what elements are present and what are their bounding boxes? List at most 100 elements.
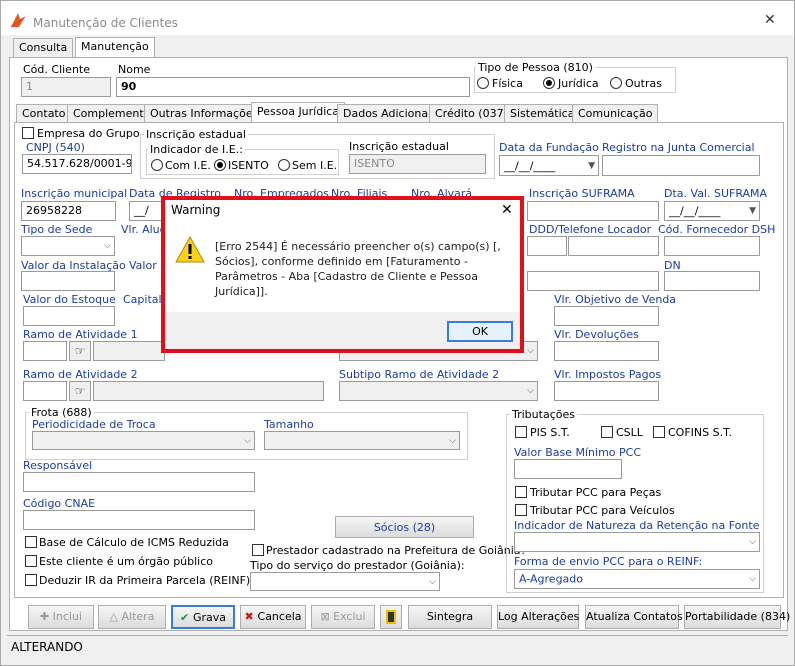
subtab-pessoa-juridica[interactable]: Pessoa Jurídica xyxy=(251,102,346,123)
forma-envio-select[interactable]: A-Agregado ⌵ xyxy=(514,569,760,589)
radio-com-ie[interactable] xyxy=(151,159,163,171)
dta-suframa-value: __/__/____ xyxy=(669,204,721,218)
inclui-button[interactable]: ✚ Inclui xyxy=(28,605,94,629)
subtab-dados-adicionais[interactable]: Dados Adicionais xyxy=(337,104,443,123)
pis-checkbox[interactable] xyxy=(515,426,527,438)
subtipo2-label: Subtipo Ramo de Atividade 2 xyxy=(339,368,500,381)
orgao-publico-checkbox[interactable] xyxy=(25,555,37,567)
valor-estoque-field[interactable] xyxy=(23,306,115,326)
dta-suframa-label: Dta. Val. SUFRAMA xyxy=(664,187,768,200)
radio-outras[interactable] xyxy=(610,77,622,89)
cofins-checkbox[interactable] xyxy=(653,426,665,438)
search-hand-icon[interactable]: ☞ xyxy=(69,341,91,361)
subtab-contato[interactable]: Contato xyxy=(16,104,72,123)
nome-field[interactable]: 90 xyxy=(116,77,470,97)
ramo1-code-field[interactable] xyxy=(23,341,67,361)
tamanho-select[interactable]: ⌵ xyxy=(264,431,460,450)
ie-label: Inscrição estadual xyxy=(349,140,449,153)
log-alteracoes-button[interactable]: Log Alterações xyxy=(497,605,579,629)
tributar-pecas-checkbox[interactable] xyxy=(515,486,527,498)
chevron-down-icon: ⌵ xyxy=(749,537,756,547)
cnpj-field[interactable]: 54.517.628/0001-98 xyxy=(22,154,132,174)
dta-suframa-field[interactable]: __/__/____ ▼ xyxy=(664,201,760,221)
registro-junta-label: Registro na Junta Comercial xyxy=(602,141,755,154)
portabilidade-button[interactable]: Portabilidade (834) xyxy=(684,605,790,629)
registro-junta-field[interactable] xyxy=(602,155,760,176)
responsavel-field[interactable] xyxy=(23,472,255,492)
deduzir-ir-checkbox[interactable] xyxy=(25,574,37,586)
csll-checkbox[interactable] xyxy=(601,426,613,438)
vlr-impostos-field[interactable] xyxy=(554,381,659,401)
data-registro-field[interactable]: __/ xyxy=(129,201,163,221)
dn-left-field[interactable] xyxy=(527,271,659,291)
cod-cliente-field[interactable]: 1 xyxy=(21,77,111,97)
valor-instalacao-field[interactable] xyxy=(21,271,115,291)
triangle-up-icon: △ xyxy=(109,610,122,623)
tipo-sede-select[interactable]: ⌵ xyxy=(21,236,115,256)
atualiza-contatos-button[interactable]: Atualiza Contatos xyxy=(585,605,683,629)
ramo2-label: Ramo de Atividade 2 xyxy=(23,368,138,381)
vlr-base-pcc-field[interactable] xyxy=(514,459,622,479)
deduzir-ir-label: Deduzir IR da Primeira Parcela (REINF) xyxy=(39,574,251,587)
cod-fornecedor-field[interactable] xyxy=(664,236,760,256)
subtab-outras-informacoes[interactable]: Outras Informações xyxy=(144,104,265,123)
tab-manutencao[interactable]: Manutenção xyxy=(75,37,155,59)
radio-juridica[interactable] xyxy=(543,77,555,89)
empresa-grupo-checkbox[interactable] xyxy=(22,127,34,139)
cnae-field[interactable] xyxy=(23,510,255,530)
radio-com-ie-label: Com I.E. xyxy=(165,159,211,172)
subtab-comunicacao[interactable]: Comunicação xyxy=(572,104,659,123)
sintegra-button[interactable]: Sintegra xyxy=(408,605,492,629)
altera-button[interactable]: △ Altera xyxy=(98,605,166,629)
ie-field[interactable]: ISENTO xyxy=(349,154,486,174)
periodicidade-select[interactable]: ⌵ xyxy=(32,431,255,450)
radio-isento-label: ISENTO xyxy=(228,159,269,172)
insc-municipal-field[interactable]: 26958228 xyxy=(21,201,116,221)
tipo-servico-select[interactable]: ⌵ xyxy=(250,572,440,591)
radio-fisica[interactable] xyxy=(477,77,489,89)
radio-sem-ie[interactable] xyxy=(278,159,290,171)
prestador-label: Prestador cadastrado na Prefeitura de Go… xyxy=(266,544,527,557)
ok-button[interactable]: OK xyxy=(447,321,513,342)
chevron-down-icon: ⌵ xyxy=(244,435,251,446)
ramo2-code-field[interactable] xyxy=(23,381,67,401)
tab-consulta[interactable]: Consulta xyxy=(13,38,74,57)
chevron-down-icon: ▼ xyxy=(749,206,756,216)
ramo2-desc-field xyxy=(93,381,324,401)
forma-envio-label: Forma de envio PCC para o REINF: xyxy=(514,555,703,568)
warning-icon xyxy=(175,236,205,263)
subtab-credito[interactable]: Crédito (037) xyxy=(429,104,514,123)
tributar-veiculos-label: Tributar PCC para Veículos xyxy=(530,504,675,517)
subtipo2-select[interactable]: ⌵ xyxy=(339,381,538,401)
vlr-devolucoes-field[interactable] xyxy=(554,341,659,361)
responsavel-label: Responsável xyxy=(23,459,93,472)
cod-fornecedor-label: Cód. Fornecedor DSH xyxy=(658,223,776,236)
window-close-icon[interactable]: ✕ xyxy=(764,12,776,28)
radio-isento[interactable] xyxy=(214,159,226,171)
dn-field[interactable] xyxy=(664,271,760,291)
telefone-locador-field[interactable] xyxy=(568,236,659,256)
search-hand-icon[interactable]: ☞ xyxy=(69,381,91,401)
empresa-grupo-label: Empresa do Grupo xyxy=(37,127,140,140)
exit-door-button[interactable] xyxy=(380,605,402,629)
title-bar: Manutenção de Clientes ✕ xyxy=(1,1,794,35)
base-icms-checkbox[interactable] xyxy=(25,536,37,548)
exclui-button[interactable]: ⊠ Exclui xyxy=(311,605,375,629)
vlr-objetivo-label: Vlr. Objetivo de Venda xyxy=(554,293,677,306)
subtab-sistematica[interactable]: Sistemática xyxy=(504,104,581,123)
socios-button[interactable]: Sócios (28) xyxy=(335,516,474,538)
dialog-close-icon[interactable]: ✕ xyxy=(501,202,513,218)
cancela-button[interactable]: ✖ Cancela xyxy=(240,605,306,629)
nome-label: Nome xyxy=(118,63,151,76)
tipo-servico-label: Tipo do serviço do prestador (Goiânia): xyxy=(250,559,465,572)
chevron-down-icon: ⌵ xyxy=(429,576,436,587)
grava-button[interactable]: ✔ Grava xyxy=(171,605,235,629)
ddd-locador-field[interactable] xyxy=(527,236,567,256)
vlr-objetivo-field[interactable] xyxy=(554,306,659,326)
insc-suframa-field[interactable] xyxy=(527,201,659,221)
tributar-veiculos-checkbox[interactable] xyxy=(515,504,527,516)
prestador-checkbox[interactable] xyxy=(252,544,264,556)
indicador-natureza-select[interactable]: ⌵ xyxy=(514,532,760,552)
cofins-label: COFINS S.T. xyxy=(668,426,733,439)
data-fundacao-field[interactable]: __/__/____ ▼ xyxy=(499,155,599,176)
